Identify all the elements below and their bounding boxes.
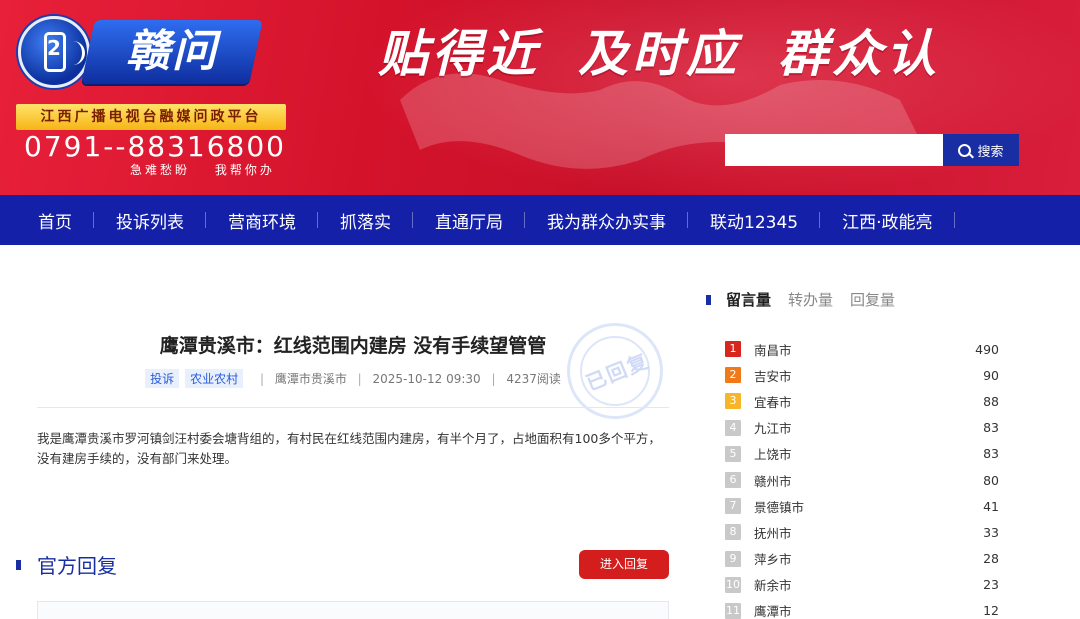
rank-count: 80 xyxy=(983,472,999,488)
rank-number: 7 xyxy=(725,498,741,515)
tab-transfer-count[interactable]: 转办量 xyxy=(788,289,833,310)
ranking-row[interactable]: 8 抚州市 33 xyxy=(725,519,999,545)
ranking-row[interactable]: 7 景德镇市 41 xyxy=(725,493,999,519)
nav-business-environment[interactable]: 营商环境 xyxy=(206,208,318,233)
hotline-slogan: 急难愁盼 我帮你办 xyxy=(130,161,293,178)
rank-count: 12 xyxy=(983,603,999,619)
header-banner: 2 赣问 江西广播电视台融媒问政平台 0791--88316800 急难愁盼 我… xyxy=(0,0,1080,195)
ranking-row[interactable]: 9 萍乡市 28 xyxy=(725,546,999,572)
rank-number: 6 xyxy=(725,472,741,489)
nav-jiangxi-zhengnengliang[interactable]: 江西·政能亮 xyxy=(820,208,955,233)
section-marker xyxy=(706,294,711,305)
meta-separator: | xyxy=(357,372,362,386)
slogan-3: 群众认 xyxy=(778,25,940,83)
rank-city: 鹰潭市 xyxy=(754,604,792,619)
rank-city: 萍乡市 xyxy=(754,552,792,568)
search-button-label: 搜索 xyxy=(977,144,1004,160)
ranking-row[interactable]: 10 新余市 23 xyxy=(725,572,999,598)
rank-number: 4 xyxy=(725,419,741,436)
search-bar: 搜索 xyxy=(725,134,1019,166)
search-button[interactable]: 搜索 xyxy=(943,134,1019,166)
nav-complaint-list[interactable]: 投诉列表 xyxy=(94,208,206,233)
main-nav: 首页 投诉列表 营商环境 抓落实 直通厅局 我为群众办实事 联动12345 江西… xyxy=(0,195,1080,245)
ranking-row[interactable]: 3 宜春市 88 xyxy=(725,388,999,414)
article-location: 鹰潭市贵溪市 xyxy=(274,372,347,386)
logo-title-text: 赣问 xyxy=(126,26,218,77)
hotline-slogan-2: 我帮你办 xyxy=(214,163,275,177)
nav-practical-things[interactable]: 我为群众办实事 xyxy=(525,208,688,233)
logo-number: 2 xyxy=(47,36,61,60)
meta-separator: | xyxy=(491,372,496,386)
nav-home[interactable]: 首页 xyxy=(16,208,94,233)
rank-count: 90 xyxy=(983,367,999,383)
rank-count: 33 xyxy=(983,524,999,540)
nav-direct-departments[interactable]: 直通厅局 xyxy=(413,208,525,233)
article-body: 我是鹰潭贵溪市罗河镇剑汪村委会塘背组的，有村民在红线范围内建房，有半个月了，占地… xyxy=(37,431,661,466)
rank-city: 南昌市 xyxy=(754,342,792,358)
rank-number: 9 xyxy=(725,550,741,567)
ranking-row[interactable]: 2 吉安市 90 xyxy=(725,362,999,388)
logo-title[interactable]: 赣问 xyxy=(81,20,263,84)
rank-number: 10 xyxy=(725,576,741,593)
search-input[interactable] xyxy=(725,134,943,166)
rank-city: 景德镇市 xyxy=(754,499,805,515)
ranking-tabs: 留言量 转办量 回复量 xyxy=(706,289,912,310)
platform-label: 江西广播电视台融媒问政平台 xyxy=(16,104,286,130)
rank-count: 41 xyxy=(983,498,999,514)
rank-count: 83 xyxy=(983,446,999,462)
slogan-2: 及时应 xyxy=(578,25,740,83)
tab-message-count[interactable]: 留言量 xyxy=(726,289,771,310)
rank-count: 490 xyxy=(975,341,999,357)
official-reply-header: 官方回复 xyxy=(16,550,117,579)
nav-implementation[interactable]: 抓落实 xyxy=(318,208,413,233)
tag-agriculture[interactable]: 农业农村 xyxy=(185,369,244,388)
rank-number: 1 xyxy=(725,341,741,358)
meta-separator: | xyxy=(259,372,264,386)
rank-city: 赣州市 xyxy=(754,473,792,489)
banner-slogan: 贴得近 及时应 群众认 xyxy=(378,14,978,86)
article-meta: 投诉 农业农村 | 鹰潭市贵溪市 | 2025-10-12 09:30 | 423… xyxy=(37,369,669,388)
enter-reply-button[interactable]: 进入回复 xyxy=(579,550,669,579)
slogan-1: 贴得近 xyxy=(378,25,540,83)
rank-city: 抚州市 xyxy=(754,525,792,541)
rank-city: 吉安市 xyxy=(754,368,792,384)
hotline-number: 0791--88316800 xyxy=(24,130,286,163)
rank-count: 88 xyxy=(983,393,999,409)
rank-count: 28 xyxy=(983,551,999,567)
article-title: 鹰潭贵溪市：红线范围内建房 没有手续望管管 xyxy=(159,335,547,357)
hotline-slogan-1: 急难愁盼 xyxy=(130,163,191,177)
rank-number: 11 xyxy=(725,602,741,619)
rank-count: 83 xyxy=(983,420,999,436)
signal-icon xyxy=(71,41,85,65)
rank-count: 23 xyxy=(983,577,999,593)
tab-reply-count[interactable]: 回复量 xyxy=(850,289,895,310)
ranking-row[interactable]: 11 鹰潭市 12 xyxy=(725,598,999,619)
ranking-row[interactable]: 1 南昌市 490 xyxy=(725,336,999,362)
ranking-row[interactable]: 4 九江市 83 xyxy=(725,415,999,441)
nav-linkage-12345[interactable]: 联动12345 xyxy=(688,208,821,233)
divider xyxy=(37,407,669,408)
rank-number: 2 xyxy=(725,367,741,384)
article-datetime: 2025-10-12 09:30 xyxy=(372,372,481,386)
official-reply-title: 官方回复 xyxy=(37,554,117,578)
reply-box xyxy=(37,601,669,619)
ranking-row[interactable]: 6 赣州市 80 xyxy=(725,467,999,493)
rank-city: 九江市 xyxy=(754,421,792,437)
logo-phone-icon[interactable]: 2 xyxy=(18,16,90,88)
ranking-row[interactable]: 5 上饶市 83 xyxy=(725,441,999,467)
rank-number: 8 xyxy=(725,524,741,541)
rank-city: 新余市 xyxy=(754,578,792,594)
rank-city: 上饶市 xyxy=(754,447,792,463)
search-icon xyxy=(958,143,972,157)
article-reads: 4237阅读 xyxy=(506,372,561,386)
tag-complaint[interactable]: 投诉 xyxy=(145,369,180,388)
section-marker xyxy=(16,559,21,570)
rank-number: 5 xyxy=(725,445,741,462)
rank-city: 宜春市 xyxy=(754,394,792,410)
main-content: 已回复 鹰潭贵溪市：红线范围内建房 没有手续望管管 投诉 农业农村 | 鹰潭市贵溪… xyxy=(0,245,1080,619)
ranking-list: 1 南昌市 490 2 吉安市 90 3 宜春市 88 4 九江市 83 5 上饶市 83 6 赣州市 80 7 景德… xyxy=(725,336,999,619)
rank-number: 3 xyxy=(725,393,741,410)
